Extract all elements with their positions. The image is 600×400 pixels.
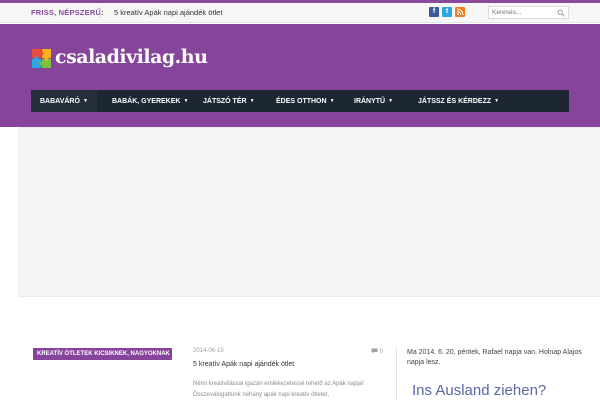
nav-label: JÁTSZÓ TÉR: [203, 98, 247, 105]
chevron-down-icon: ▼: [183, 98, 189, 104]
chevron-down-icon: ▼: [388, 98, 394, 104]
nav-label: BABÁK, GYEREKEK: [112, 98, 181, 105]
trending-label: FRISS, NÉPSZERŰ:: [31, 8, 104, 17]
nav-label: JÁTSSZ ÉS KÉRDEZZ: [418, 98, 492, 105]
chevron-down-icon: ▼: [329, 98, 335, 104]
column-divider: [396, 348, 397, 400]
chevron-down-icon: ▼: [494, 98, 500, 104]
nav-item-iranytu[interactable]: IRÁNYTŰ ▼: [354, 90, 393, 112]
nav-item-jatszo-ter[interactable]: JÁTSZÓ TÉR ▼: [203, 90, 255, 112]
trending-divider: [100, 7, 101, 18]
logo-text: csaladivilag.hu: [55, 46, 208, 68]
nav-label: BABAVÁRÓ: [40, 98, 80, 105]
facebook-icon[interactable]: f: [429, 7, 439, 17]
post-date: 2014-06-15: [193, 348, 224, 354]
nav-item-babavaro[interactable]: BABAVÁRÓ ▼: [31, 90, 97, 112]
category-badge[interactable]: KREATÍV ÖTLETEK KICSIKNEK, NAGYOKNAK: [33, 348, 172, 360]
rss-glyph: [456, 8, 464, 16]
twitter-icon[interactable]: t: [442, 7, 452, 17]
nameday-text: Ma 2014. 6. 20, péntek, Rafael napja van…: [407, 349, 582, 366]
search-box[interactable]: [488, 6, 569, 19]
post-title[interactable]: 5 kreatív Apák napi ajándék ötlet: [193, 361, 294, 368]
post-excerpt: Némi kreativitással igazán emlékezetessé…: [193, 381, 364, 398]
nav-item-jatssz-es-kerdezz[interactable]: JÁTSSZ ÉS KÉRDEZZ ▼: [418, 90, 499, 112]
comment-count-value: 0: [379, 349, 384, 355]
top-bar: FRISS, NÉPSZERŰ: 5 kreatív Apák napi ajá…: [0, 3, 600, 23]
chevron-down-icon: ▼: [82, 98, 88, 104]
nav-label: ÉDES OTTHON: [276, 98, 327, 105]
nav-label: IRÁNYTŰ: [354, 98, 386, 105]
nav-item-edes-otthon[interactable]: ÉDES OTTHON ▼: [276, 90, 335, 112]
chevron-down-icon: ▼: [249, 98, 255, 104]
puzzle-logo-icon: [32, 49, 51, 68]
search-icon[interactable]: [557, 9, 565, 17]
trending-link[interactable]: 5 kreatív Apák napi ajándék ötlet: [114, 8, 222, 17]
ad-banner-area: [18, 127, 600, 297]
sidebar-ad-heading[interactable]: Ins Ausland ziehen?: [412, 382, 546, 399]
rss-icon[interactable]: [455, 7, 465, 17]
site-header: csaladivilag.hu BABAVÁRÓ ▼ BABÁK, GYEREKE…: [0, 24, 600, 127]
nav-item-babak-gyerekek[interactable]: BABÁK, GYEREKEK ▼: [112, 90, 188, 112]
comment-count[interactable]: 0: [371, 348, 383, 355]
search-input[interactable]: [492, 7, 552, 18]
comment-icon: [371, 348, 378, 354]
main-navigation: BABAVÁRÓ ▼ BABÁK, GYEREKEK ▼ JÁTSZÓ TÉR ▼ É…: [31, 90, 569, 112]
